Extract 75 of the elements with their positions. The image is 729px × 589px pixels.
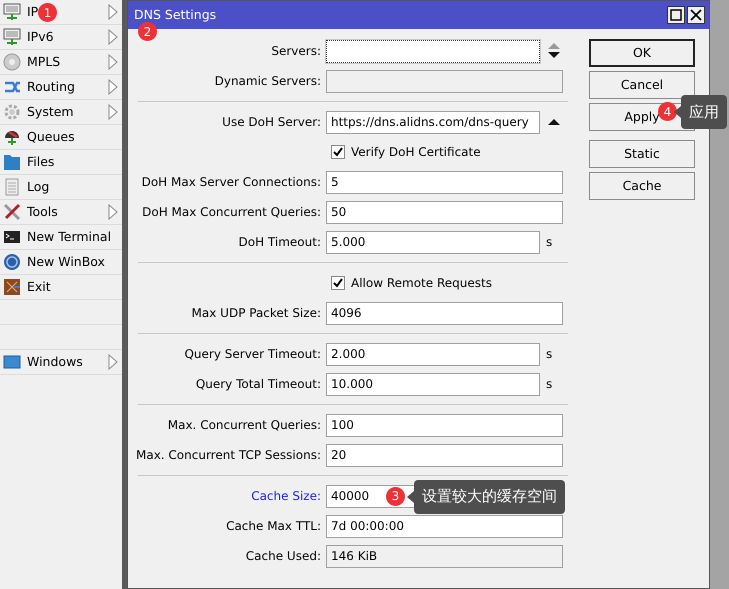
input-field[interactable]: 10.000 bbox=[326, 372, 540, 396]
field-label: Query Server Timeout: bbox=[183, 346, 322, 363]
sidebar-item[interactable]: MPLS bbox=[0, 50, 122, 75]
tooltip-arrow bbox=[407, 490, 414, 502]
input-field[interactable] bbox=[326, 40, 540, 62]
close-button[interactable] bbox=[687, 6, 705, 24]
gear-icon bbox=[3, 103, 21, 121]
sidebar-item[interactable]: New Terminal bbox=[0, 225, 122, 250]
sidebar-item[interactable]: System bbox=[0, 100, 122, 125]
input-field[interactable]: 50 bbox=[326, 200, 563, 224]
check-icon bbox=[333, 278, 343, 288]
network-icon bbox=[3, 3, 21, 21]
checkbox-label: Verify DoH Certificate bbox=[351, 144, 481, 161]
terminal-icon bbox=[3, 228, 21, 246]
input-field[interactable]: 4096 bbox=[326, 302, 563, 324]
field-label: Dynamic Servers: bbox=[214, 73, 322, 90]
document-icon bbox=[3, 178, 21, 196]
expand-icon[interactable] bbox=[547, 118, 561, 126]
window-title: DNS Settings bbox=[134, 6, 216, 24]
tools-icon bbox=[3, 203, 21, 221]
input-field[interactable]: 5 bbox=[326, 170, 563, 194]
dialog-button[interactable]: Static bbox=[589, 140, 695, 168]
input-field[interactable]: 20 bbox=[326, 444, 563, 466]
sidebar-item[interactable]: Files bbox=[0, 150, 122, 175]
unit-label: s bbox=[546, 234, 552, 251]
tooltip: 应用 bbox=[681, 95, 727, 129]
dialog-button[interactable]: Cancel bbox=[589, 71, 695, 99]
checkbox[interactable] bbox=[331, 276, 345, 290]
field-label: Max. Concurrent Queries: bbox=[166, 417, 322, 434]
close-icon bbox=[690, 9, 702, 21]
disc-icon bbox=[3, 53, 21, 71]
sidebar-item[interactable]: IP 1 bbox=[0, 0, 122, 25]
field-label: Cache Used: bbox=[244, 548, 322, 565]
input-field[interactable]: 7d 00:00:00 bbox=[326, 514, 563, 538]
sidebar-item[interactable]: Exit bbox=[0, 275, 122, 300]
field-label: DoH Max Server Connections: bbox=[140, 174, 322, 191]
input-field[interactable]: 100 bbox=[326, 414, 563, 436]
window-icon bbox=[3, 353, 21, 371]
number-badge: 4 bbox=[658, 102, 677, 121]
tooltip-arrow bbox=[674, 106, 681, 118]
input-field[interactable]: 5.000 bbox=[326, 230, 540, 254]
dome-icon bbox=[3, 128, 21, 146]
check-icon bbox=[333, 147, 343, 157]
checkbox-label: Allow Remote Requests bbox=[351, 275, 492, 292]
number-badge: 2 bbox=[138, 22, 157, 41]
field-label: Max. Concurrent TCP Sessions: bbox=[134, 447, 322, 464]
field-label: Use DoH Server: bbox=[221, 114, 322, 131]
field-label: Max UDP Packet Size: bbox=[190, 305, 322, 322]
sidebar-item[interactable]: IPv6 bbox=[0, 25, 122, 50]
sidebar-item[interactable]: Log bbox=[0, 175, 122, 200]
dialog-button[interactable]: OK bbox=[589, 39, 695, 67]
globe-icon bbox=[3, 253, 21, 271]
field-label: Cache Size: bbox=[250, 488, 322, 505]
number-badge: 1 bbox=[38, 3, 57, 22]
maximize-button[interactable] bbox=[667, 6, 685, 24]
field-label: DoH Max Concurrent Queries: bbox=[141, 204, 322, 221]
network-icon bbox=[3, 28, 21, 46]
sidebar-item[interactable]: Windows bbox=[0, 350, 122, 375]
checkbox[interactable] bbox=[331, 145, 345, 159]
sidebar-item[interactable]: New WinBox bbox=[0, 250, 122, 275]
input-field[interactable]: https://dns.alidns.com/dns-query bbox=[326, 110, 540, 134]
field-label: Cache Max TTL: bbox=[225, 518, 322, 535]
field-label: Servers: bbox=[270, 43, 322, 60]
input-field[interactable]: 2.000 bbox=[326, 342, 540, 366]
folder-icon bbox=[3, 153, 21, 171]
tooltip: 设置较大的缓存空间 bbox=[414, 480, 565, 514]
field-label: Query Total Timeout: bbox=[194, 376, 322, 393]
unit-label: s bbox=[546, 376, 552, 393]
maximize-icon bbox=[670, 9, 682, 21]
door-icon bbox=[3, 278, 21, 296]
sidebar-item[interactable]: Tools bbox=[0, 200, 122, 225]
dialog-button[interactable]: Cache bbox=[589, 172, 695, 200]
field-label: DoH Timeout: bbox=[238, 234, 322, 251]
sidebar-item[interactable]: Routing bbox=[0, 75, 122, 100]
unit-label: s bbox=[546, 346, 552, 363]
